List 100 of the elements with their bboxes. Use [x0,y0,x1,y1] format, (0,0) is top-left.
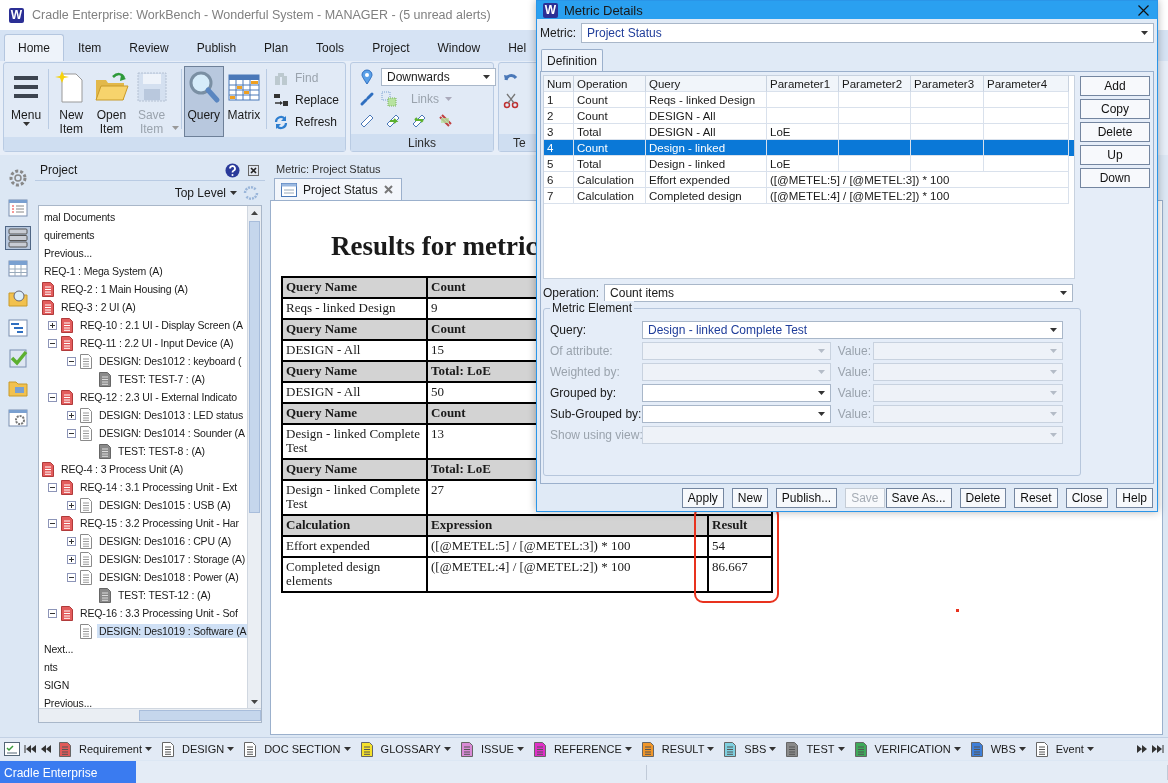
close-icon[interactable] [248,164,259,176]
caret-icon[interactable] [171,126,179,130]
item-type-button[interactable]: Requirement [56,741,155,757]
item-type-button[interactable]: TEST [783,741,848,757]
tree-item[interactable]: DESIGN: Des1015 : USB (A) [97,498,233,512]
ribbon-tab[interactable]: Publish [182,34,251,61]
tree-item[interactable]: DESIGN: Des1016 : CPU (A) [97,534,234,548]
collapse-icon[interactable] [67,572,76,582]
item-type-button[interactable]: SBS [721,741,780,757]
scroll-up-icon[interactable] [251,210,258,215]
item-type-button[interactable]: DESIGN [159,741,238,757]
tree-item[interactable]: REQ-3 : 2 UI (A) [59,300,138,314]
tree-item[interactable]: REQ-16 : 3.3 Processing Unit - Sof [78,606,240,620]
tree-item[interactable]: TEST: TEST-12 : (A) [116,588,213,602]
link-toggle-icon[interactable] [381,91,397,107]
item-type-button[interactable]: RESULT [638,741,718,757]
ribbon-tab[interactable]: Review [115,34,183,61]
ribbon-button[interactable]: Menu [6,66,47,137]
ribbon-button[interactable]: Open Item [91,66,132,137]
dialog-button[interactable]: Reset [1014,488,1058,508]
column-header[interactable]: Parameter3 [911,76,984,92]
expand-icon[interactable] [67,500,76,510]
dialog-button[interactable]: Help [1116,488,1153,508]
ribbon-button[interactable]: New Item [51,66,92,137]
ribbon-tab[interactable]: Plan [250,34,303,61]
tree-item[interactable]: quirements [42,228,97,242]
item-type-button[interactable]: GLOSSARY [357,741,454,757]
ruler-icon[interactable] [359,112,375,128]
column-header[interactable]: Parameter4 [984,76,1069,92]
ribbon-button[interactable]: Query [183,66,224,137]
close-icon[interactable] [1138,4,1149,16]
expand-icon[interactable] [67,536,76,546]
tree-item[interactable]: DESIGN: Des1019 : Software (A [97,624,247,638]
ribbon-tab[interactable]: Hel [494,34,541,61]
scrollbar[interactable] [247,206,261,708]
tree-item[interactable]: nts [42,660,60,674]
scope-dropdown[interactable]: Top Level [174,186,237,200]
ribbon-button[interactable]: Refresh [273,114,339,130]
ribbon-tab[interactable]: Window [423,34,495,61]
tree-item[interactable]: mal Documents [42,210,117,224]
item-type-button[interactable]: REFERENCE [530,741,635,757]
document-tab[interactable]: Project Status [274,178,402,200]
dialog-button[interactable]: Apply [681,488,724,508]
ribbon-tab[interactable]: Item [64,34,116,61]
dialog-button[interactable]: Close [1065,488,1109,508]
dropdown[interactable]: Design - linked Complete Test [642,320,1063,339]
tree-item[interactable]: Previous... [42,696,94,708]
link-forward-icon[interactable] [385,112,401,128]
metric-dropdown[interactable]: Project Status [581,23,1154,43]
expand-icon[interactable] [48,320,57,330]
collapse-icon[interactable] [48,338,57,348]
collapse-icon[interactable] [67,356,76,366]
table-row[interactable]: 7 Calculation Completed design ([@METEL:4] / [@METEL:2]) * 100 [544,188,1074,204]
side-button[interactable]: Add [1080,76,1150,96]
link-icon[interactable] [359,91,375,107]
sidebar-button[interactable] [4,226,31,250]
previous-icon[interactable] [40,744,52,754]
tree-item[interactable]: SIGN [42,678,72,692]
column-header[interactable]: Parameter2 [839,76,911,92]
help-icon[interactable] [225,162,240,178]
dialog-button[interactable]: New [731,488,768,508]
tree-item[interactable]: REQ-15 : 3.2 Processing Unit - Har [78,516,241,530]
tree-item[interactable]: Previous... [42,246,94,260]
ribbon-button[interactable]: Matrix [223,66,265,137]
tree-item[interactable]: REQ-10 : 2.1 UI - Display Screen (A [78,318,245,332]
item-type-button[interactable]: DOC SECTION [241,741,354,757]
tree-item[interactable]: DESIGN: Des1018 : Power (A) [97,570,241,584]
dialog-button[interactable]: Delete [959,488,1007,508]
next-icon[interactable] [1136,744,1148,754]
collapse-icon[interactable] [67,428,76,438]
tree-item[interactable]: TEST: TEST-8 : (A) [116,444,207,458]
column-header[interactable]: Query [646,76,767,92]
checklist-icon[interactable] [4,742,20,756]
tree-item[interactable]: REQ-1 : Mega System (A) [42,264,165,278]
tree-item[interactable]: REQ-12 : 2.3 UI - External Indicato [78,390,239,404]
table-row[interactable]: 4 Count Design - linked [544,140,1074,156]
tree-item[interactable]: REQ-11 : 2.2 UI - Input Device (A) [78,336,236,350]
column-header[interactable]: Operation [574,76,646,92]
side-button[interactable]: Up [1080,145,1150,165]
tree-item[interactable]: DESIGN: Des1012 : keyboard ( [97,354,244,368]
link-swap-icon[interactable] [411,112,427,128]
table-row[interactable]: 2 Count DESIGN - All [544,108,1074,124]
dialog-tab[interactable]: Definition [541,49,604,71]
tree-item[interactable]: REQ-2 : 1 Main Housing (A) [59,282,190,296]
link-remove-icon[interactable] [437,112,453,128]
first-icon[interactable] [24,744,36,754]
tree-item[interactable]: DESIGN: Des1013 : LED status [97,408,246,422]
collapse-icon[interactable] [48,518,57,528]
item-type-button[interactable]: WBS [967,741,1029,757]
expand-icon[interactable] [67,410,76,420]
collapse-icon[interactable] [48,482,57,492]
scissors-icon[interactable] [503,93,519,109]
table-row[interactable]: 5 Total Design - linked LoE [544,156,1074,172]
operation-dropdown[interactable]: Count items [604,284,1073,302]
tree-item[interactable]: Next... [42,642,76,656]
expand-icon[interactable] [67,554,76,564]
dialog-button[interactable]: Save As... [885,488,952,508]
tree-item[interactable]: REQ-4 : 3 Process Unit (A) [59,462,186,476]
direction-dropdown[interactable]: Downwards [381,68,496,86]
tree-item[interactable]: DESIGN: Des1014 : Sounder (A [97,426,247,440]
